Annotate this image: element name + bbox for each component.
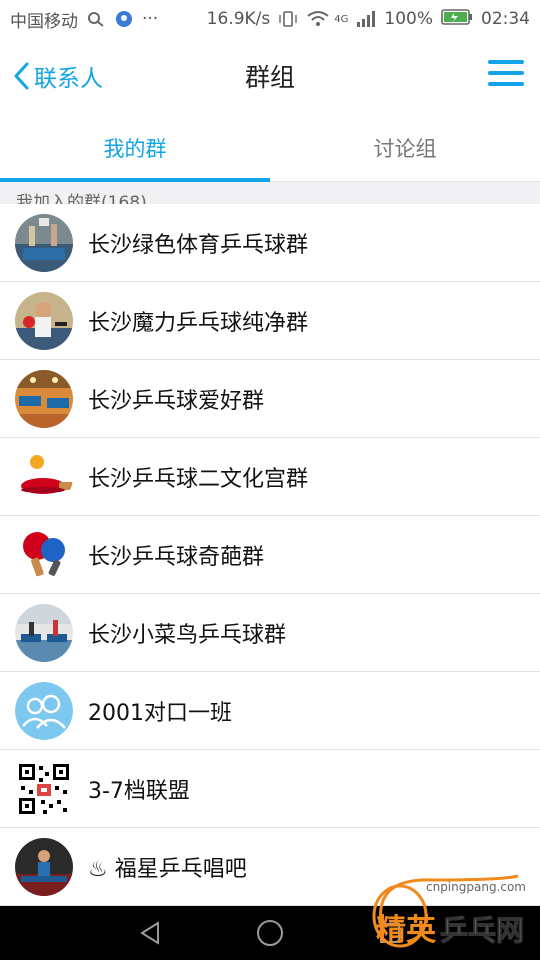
- group-name: 长沙绿色体育乒乓球群: [88, 232, 309, 258]
- status-right: 16.9K/s 4G 100% 02:34: [207, 8, 530, 31]
- back-button[interactable]: 联系人: [12, 56, 103, 96]
- hall-photo-icon: [15, 369, 73, 428]
- list-item[interactable]: 长沙乒乓球奇葩群: [0, 516, 540, 594]
- player-photo-icon: [15, 291, 73, 350]
- header: 联系人 群组: [0, 38, 540, 114]
- two-paddles-icon: [15, 525, 73, 584]
- qr-code-icon: [15, 759, 73, 818]
- list-item[interactable]: ♨ 福星乒乓唱吧: [0, 828, 540, 906]
- battery-percent: 100%: [384, 9, 433, 29]
- group-name: ♨ 福星乒乓唱吧: [88, 856, 247, 882]
- group-name: 2001对口一班: [88, 700, 232, 726]
- list-item[interactable]: 2001对口一班: [0, 672, 540, 750]
- list-item[interactable]: 长沙小菜鸟乒乓球群: [0, 594, 540, 672]
- list-item[interactable]: 长沙绿色体育乒乓球群: [0, 204, 540, 282]
- group-name: 长沙魔力乒乓球纯净群: [88, 310, 309, 336]
- paddle-ball-icon: [15, 447, 73, 506]
- search-icon: [86, 10, 106, 28]
- back-chevron-icon: [14, 62, 29, 90]
- group-name: 长沙乒乓球二文化宫群: [88, 466, 309, 492]
- group-name: 长沙乒乓球奇葩群: [88, 544, 265, 570]
- gym-photo-icon: [15, 603, 73, 662]
- battery-icon: [441, 8, 473, 31]
- more-notifications-icon: ···: [142, 9, 159, 29]
- tab-discussion-groups[interactable]: 讨论组: [270, 114, 540, 181]
- wifi-icon: [306, 10, 329, 28]
- app-notification-icon: [114, 10, 134, 28]
- default-group-avatar-icon: [15, 681, 73, 740]
- carrier-label: 中国移动: [10, 11, 78, 32]
- list-item[interactable]: 长沙魔力乒乓球纯净群: [0, 282, 540, 360]
- player-hall-photo-icon: [15, 837, 73, 896]
- network-speed: 16.9K/s: [206, 9, 271, 29]
- list-item[interactable]: 3-7档联盟: [0, 750, 540, 828]
- table-tennis-court-photo-icon: [15, 213, 73, 272]
- back-nav-icon[interactable]: [130, 913, 170, 953]
- clock: 02:34: [481, 9, 530, 29]
- network-type-label: 4G: [334, 13, 349, 25]
- signal-icon: [356, 10, 376, 28]
- status-bar: 中国移动 ··· 16.9K/s 4G 100% 02:34: [0, 0, 540, 38]
- group-list[interactable]: 长沙绿色体育乒乓球群 长沙魔力乒乓球纯净群 长沙乒乓球爱好群 长沙乒乓球二文化宫…: [0, 204, 540, 906]
- status-left: 中国移动 ···: [10, 7, 158, 32]
- menu-icon[interactable]: [488, 60, 524, 92]
- recents-nav-icon[interactable]: [370, 913, 410, 953]
- vibrate-icon: [278, 10, 298, 28]
- home-nav-icon[interactable]: [250, 913, 290, 953]
- back-button-label: 联系人: [34, 66, 103, 92]
- navigation-bar: [0, 906, 540, 960]
- group-name: 3-7档联盟: [88, 778, 190, 804]
- tab-my-groups[interactable]: 我的群: [0, 114, 270, 182]
- group-name: 长沙乒乓球爱好群: [88, 388, 265, 414]
- list-item[interactable]: 长沙乒乓球爱好群: [0, 360, 540, 438]
- group-name: 长沙小菜鸟乒乓球群: [88, 622, 287, 648]
- tab-bar: 我的群 讨论组: [0, 114, 540, 182]
- list-item[interactable]: 长沙乒乓球二文化宫群: [0, 438, 540, 516]
